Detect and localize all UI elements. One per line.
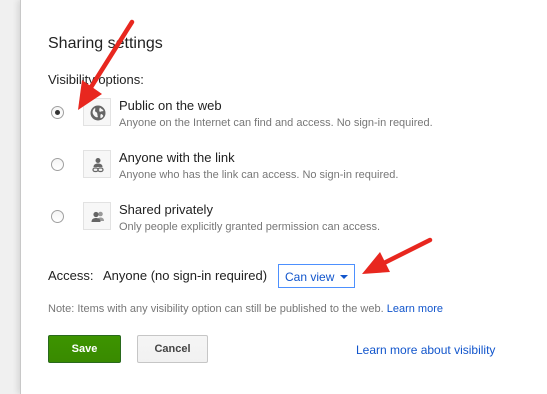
globe-icon — [83, 98, 111, 126]
permission-dropdown[interactable]: Can view — [278, 264, 355, 288]
option-description: Anyone on the Internet can find and acce… — [119, 117, 433, 129]
cancel-button[interactable]: Cancel — [137, 335, 208, 363]
option-title: Shared privately — [119, 202, 213, 217]
option-description: Anyone who has the link can access. No s… — [119, 169, 399, 181]
option-title: Anyone with the link — [119, 150, 235, 165]
person-link-icon — [83, 150, 111, 178]
sharing-settings-dialog: Sharing settings Visibility options: Pub… — [20, 0, 547, 394]
chevron-down-icon — [340, 275, 348, 279]
note-text: Note: Items with any visibility option c… — [48, 303, 384, 315]
option-title: Public on the web — [119, 98, 222, 113]
option-public-on-web[interactable]: Public on the web Anyone on the Internet… — [21, 98, 547, 138]
learn-more-about-visibility-link[interactable]: Learn more about visibility — [356, 343, 495, 357]
radio-public-on-web[interactable] — [51, 106, 64, 119]
visibility-note: Note: Items with any visibility option c… — [48, 303, 443, 315]
learn-more-link[interactable]: Learn more — [387, 303, 443, 315]
permission-dropdown-label: Can view — [285, 270, 335, 284]
save-button[interactable]: Save — [48, 335, 121, 363]
access-value: Anyone (no sign-in required) — [103, 268, 268, 283]
option-anyone-with-link[interactable]: Anyone with the link Anyone who has the … — [21, 150, 547, 190]
visibility-options-label: Visibility options: — [48, 72, 144, 87]
people-icon — [83, 202, 111, 230]
access-label: Access: — [48, 268, 94, 283]
dialog-title: Sharing settings — [48, 35, 163, 52]
radio-anyone-with-link[interactable] — [51, 158, 64, 171]
option-shared-privately[interactable]: Shared privately Only people explicitly … — [21, 202, 547, 242]
radio-shared-privately[interactable] — [51, 210, 64, 223]
option-description: Only people explicitly granted permissio… — [119, 221, 381, 233]
